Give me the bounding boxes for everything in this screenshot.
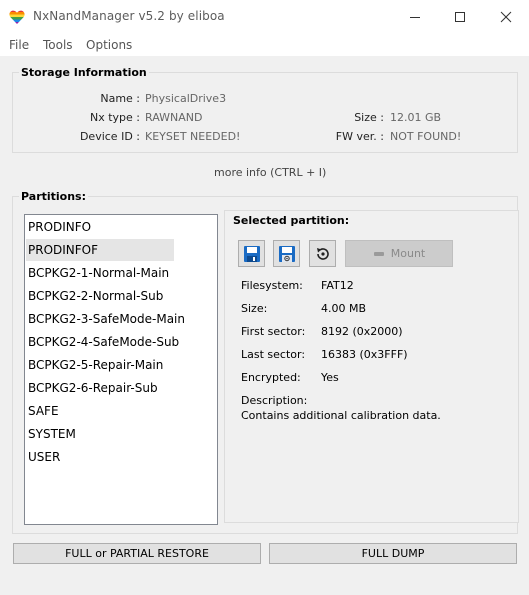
encrypted-value: Yes bbox=[321, 371, 339, 384]
dump-partition-button[interactable] bbox=[238, 240, 265, 267]
more-info-link[interactable]: more info (CTRL + I) bbox=[214, 166, 326, 179]
full-dump-button[interactable]: FULL DUMP bbox=[269, 543, 517, 564]
mount-icon bbox=[373, 251, 384, 256]
fwver-value: NOT FOUND! bbox=[390, 130, 462, 143]
full-partial-restore-button[interactable]: FULL or PARTIAL RESTORE bbox=[13, 543, 261, 564]
size-prop-label: Size: bbox=[241, 302, 268, 315]
first-sector-label: First sector: bbox=[241, 325, 306, 338]
last-sector-value: 16383 (0x3FFF) bbox=[321, 348, 408, 361]
last-sector-label: Last sector: bbox=[241, 348, 306, 361]
partition-list[interactable]: PRODINFO PRODINFOF BCPKG2-1-Normal-Main … bbox=[24, 214, 218, 525]
fwver-label: FW ver. : bbox=[335, 130, 384, 143]
name-value: PhysicalDrive3 bbox=[145, 92, 227, 105]
selected-partition-title: Selected partition: bbox=[233, 214, 350, 227]
deviceid-value: KEYSET NEEDED! bbox=[145, 130, 241, 143]
partition-item-prodinfo[interactable]: PRODINFO bbox=[28, 216, 91, 238]
storage-info-title: Storage Information bbox=[19, 66, 149, 79]
partition-item-user[interactable]: USER bbox=[28, 446, 60, 468]
save-icon bbox=[243, 245, 260, 262]
mount-button[interactable]: Mount bbox=[345, 240, 453, 267]
restore-partition-button[interactable] bbox=[309, 240, 336, 267]
description-value: Contains additional calibration data. bbox=[241, 409, 441, 422]
size-prop-value: 4.00 MB bbox=[321, 302, 367, 315]
menu-file[interactable]: File bbox=[9, 38, 29, 52]
description-label: Description: bbox=[241, 394, 308, 407]
dump-decrypted-button[interactable] bbox=[273, 240, 300, 267]
menu-tools[interactable]: Tools bbox=[43, 38, 73, 52]
window-title: NxNandManager v5.2 by eliboa bbox=[33, 9, 225, 23]
partition-item-bcpkg2-1[interactable]: BCPKG2-1-Normal-Main bbox=[28, 262, 169, 284]
partition-item-bcpkg2-6[interactable]: BCPKG2-6-Repair-Sub bbox=[28, 377, 158, 399]
deviceid-label: Device ID : bbox=[79, 130, 140, 143]
save-encrypted-icon bbox=[278, 245, 295, 262]
encrypted-label: Encrypted: bbox=[241, 371, 301, 384]
maximize-button[interactable] bbox=[437, 0, 483, 34]
minimize-icon bbox=[410, 17, 420, 18]
size-value: 12.01 GB bbox=[390, 111, 442, 124]
restore-icon bbox=[316, 247, 329, 260]
name-label: Name : bbox=[100, 92, 140, 105]
partition-item-bcpkg2-5[interactable]: BCPKG2-5-Repair-Main bbox=[28, 354, 163, 376]
first-sector-value: 8192 (0x2000) bbox=[321, 325, 403, 338]
dump-button-label: FULL DUMP bbox=[361, 547, 425, 560]
nxtype-label: Nx type : bbox=[89, 111, 140, 124]
nxtype-value: RAWNAND bbox=[145, 111, 203, 124]
mount-label: Mount bbox=[390, 247, 426, 260]
maximize-icon bbox=[455, 12, 465, 22]
partition-item-bcpkg2-2[interactable]: BCPKG2-2-Normal-Sub bbox=[28, 285, 163, 307]
restore-button-label: FULL or PARTIAL RESTORE bbox=[65, 547, 209, 560]
partition-item-bcpkg2-3[interactable]: BCPKG2-3-SafeMode-Main bbox=[28, 308, 185, 330]
close-icon bbox=[500, 11, 512, 23]
partition-item-bcpkg2-4[interactable]: BCPKG2-4-SafeMode-Sub bbox=[28, 331, 179, 353]
menu-options[interactable]: Options bbox=[86, 38, 132, 52]
partitions-title: Partitions: bbox=[19, 190, 89, 203]
partition-item-safe[interactable]: SAFE bbox=[28, 400, 59, 422]
partition-item-system[interactable]: SYSTEM bbox=[28, 423, 76, 445]
filesystem-value: FAT12 bbox=[321, 279, 354, 292]
minimize-button[interactable] bbox=[392, 0, 438, 34]
close-button[interactable] bbox=[483, 0, 529, 34]
filesystem-label: Filesystem: bbox=[241, 279, 303, 292]
menu-bar bbox=[0, 34, 529, 56]
size-label: Size : bbox=[354, 111, 384, 124]
partition-item-prodinfof[interactable]: PRODINFOF bbox=[26, 239, 174, 261]
heart-app-icon bbox=[9, 10, 25, 25]
